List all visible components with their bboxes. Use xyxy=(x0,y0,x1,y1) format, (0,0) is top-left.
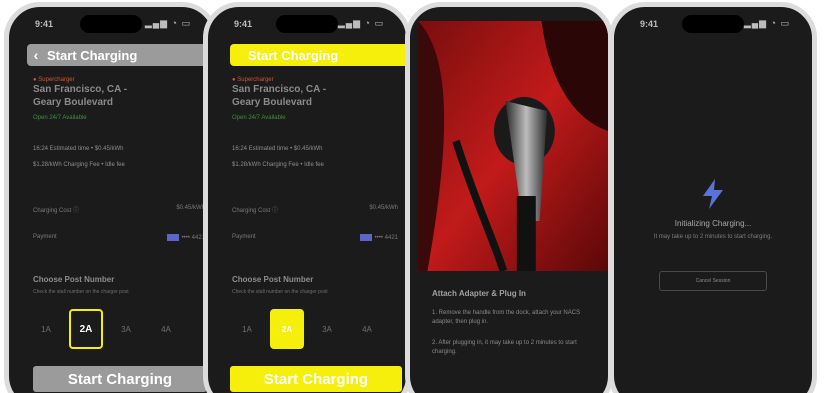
status-bar: 9:41 ▂▄▆ ◔ ▭ xyxy=(614,15,812,31)
page-title: Start Charging xyxy=(47,47,138,63)
payment-label: Payment xyxy=(33,234,57,240)
port-option[interactable]: 3A xyxy=(310,309,344,349)
status-icons: ▂▄▆ ◔ ▭ xyxy=(743,18,790,28)
info-line-1: 16:24 Estimated time • $0.45/kWh xyxy=(33,146,124,152)
info-line-1: 16:24 Estimated time • $0.45/kWh xyxy=(232,146,323,152)
charging-cost-value: $0.45/kWh xyxy=(176,205,205,211)
port-option[interactable]: 3A xyxy=(109,309,143,349)
port-option[interactable]: 4A xyxy=(350,309,384,349)
header-bar: Start Charging xyxy=(230,44,406,66)
step-instruction-2: 2. After plugging in, it may take up to … xyxy=(432,340,577,355)
phone-screen-plug-in-instructions: Attach Adapter & Plug In 1. Remove the h… xyxy=(405,2,613,393)
back-chevron-icon[interactable]: ‹ xyxy=(27,47,45,63)
charging-cost-row: Charging Cost ⓘ $0.45/kWh xyxy=(33,205,205,214)
port-selector: 1A 2A 3A 4A xyxy=(230,309,384,349)
address-line2: Geary Boulevard xyxy=(33,97,114,108)
address-line2: Geary Boulevard xyxy=(232,97,313,108)
step-title: Attach Adapter & Plug In xyxy=(432,289,526,298)
step-instruction-1: 1. Remove the handle from the dock, atta… xyxy=(432,310,581,325)
payment-value: •••• 4421 xyxy=(374,235,398,242)
status-time: 9:41 xyxy=(35,19,54,29)
status-time: 9:41 xyxy=(234,19,253,29)
charger-photo xyxy=(418,21,608,271)
card-icon xyxy=(166,234,179,241)
station-info: ● Supercharger San Francisco, CA - Geary… xyxy=(33,77,127,121)
station-info: ● Supercharger San Francisco, CA - Geary… xyxy=(232,77,326,121)
station-tag: ● Supercharger xyxy=(232,77,274,83)
status-bar: 9:41 ▂▄▆ ◔ ▭ xyxy=(208,15,406,31)
status-time: 9:41 xyxy=(640,19,659,29)
address-line1: San Francisco, CA - xyxy=(232,84,327,95)
address-line1: San Francisco, CA - xyxy=(33,84,128,95)
phone-screen-start-charging-enabled: 9:41 ▂▄▆ ◔ ▭ Start Charging ● Supercharg… xyxy=(203,2,411,393)
start-charging-button[interactable]: Start Charging xyxy=(33,366,207,392)
status-icons: ▂▄▆ ◔ ▭ xyxy=(144,18,191,28)
info-line-2: $1.28/kWh Charging Fee • Idle fee xyxy=(33,162,125,168)
ports-title: Choose Post Number xyxy=(33,275,115,284)
ports-subtitle: Check the stall number on the charger po… xyxy=(232,289,328,295)
port-option-selected[interactable]: 2A xyxy=(69,309,103,349)
page-title: Start Charging xyxy=(248,47,339,63)
initializing-subtitle: It may take up to 2 minutes to start cha… xyxy=(653,234,773,240)
status-icons: ▂▄▆ ◔ ▭ xyxy=(337,18,384,28)
port-option[interactable]: 1A xyxy=(230,309,264,349)
start-charging-button[interactable]: Start Charging xyxy=(230,366,402,392)
payment-method[interactable]: •••• 4421 xyxy=(359,234,398,242)
port-option[interactable]: 1A xyxy=(29,309,63,349)
phone-screen-initializing: 9:41 ▂▄▆ ◔ ▭ Initializing Charging... It… xyxy=(609,2,817,393)
payment-row[interactable]: Payment •••• 4421 xyxy=(232,234,398,242)
ports-subtitle: Check the stall number on the charger po… xyxy=(33,289,129,295)
info-line-2: $1.28/kWh Charging Fee • Idle fee xyxy=(232,162,324,168)
charging-cost-value: $0.45/kWh xyxy=(369,205,398,211)
charging-cost-label: Charging Cost ⓘ xyxy=(232,208,279,214)
card-icon xyxy=(359,234,372,241)
availability-status: Open 24/7 Available xyxy=(33,115,87,121)
charging-cost-label: Charging Cost ⓘ xyxy=(33,208,80,214)
cancel-session-button[interactable]: Cancel Session xyxy=(659,271,767,291)
payment-label: Payment xyxy=(232,234,256,240)
port-option[interactable]: 4A xyxy=(149,309,183,349)
lightning-bolt-icon xyxy=(703,179,723,209)
availability-status: Open 24/7 Available xyxy=(232,115,286,121)
payment-row[interactable]: Payment •••• 4421 xyxy=(33,234,205,242)
initializing-title: Initializing Charging... xyxy=(674,219,752,228)
port-option-selected[interactable]: 2A xyxy=(270,309,304,349)
station-tag: ● Supercharger xyxy=(33,77,75,83)
header-bar: ‹ Start Charging xyxy=(27,44,213,66)
phone-screen-start-charging-disabled: 9:41 ▂▄▆ ◔ ▭ ‹ Start Charging ● Supercha… xyxy=(4,2,218,393)
status-bar: 9:41 ▂▄▆ ◔ ▭ xyxy=(9,15,213,31)
payment-method[interactable]: •••• 4421 xyxy=(166,234,205,242)
ports-title: Choose Post Number xyxy=(232,275,314,284)
port-selector: 1A 2A 3A 4A xyxy=(29,309,183,349)
payment-value: •••• 4421 xyxy=(181,235,205,242)
charging-cost-row: Charging Cost ⓘ $0.45/kWh xyxy=(232,205,398,214)
